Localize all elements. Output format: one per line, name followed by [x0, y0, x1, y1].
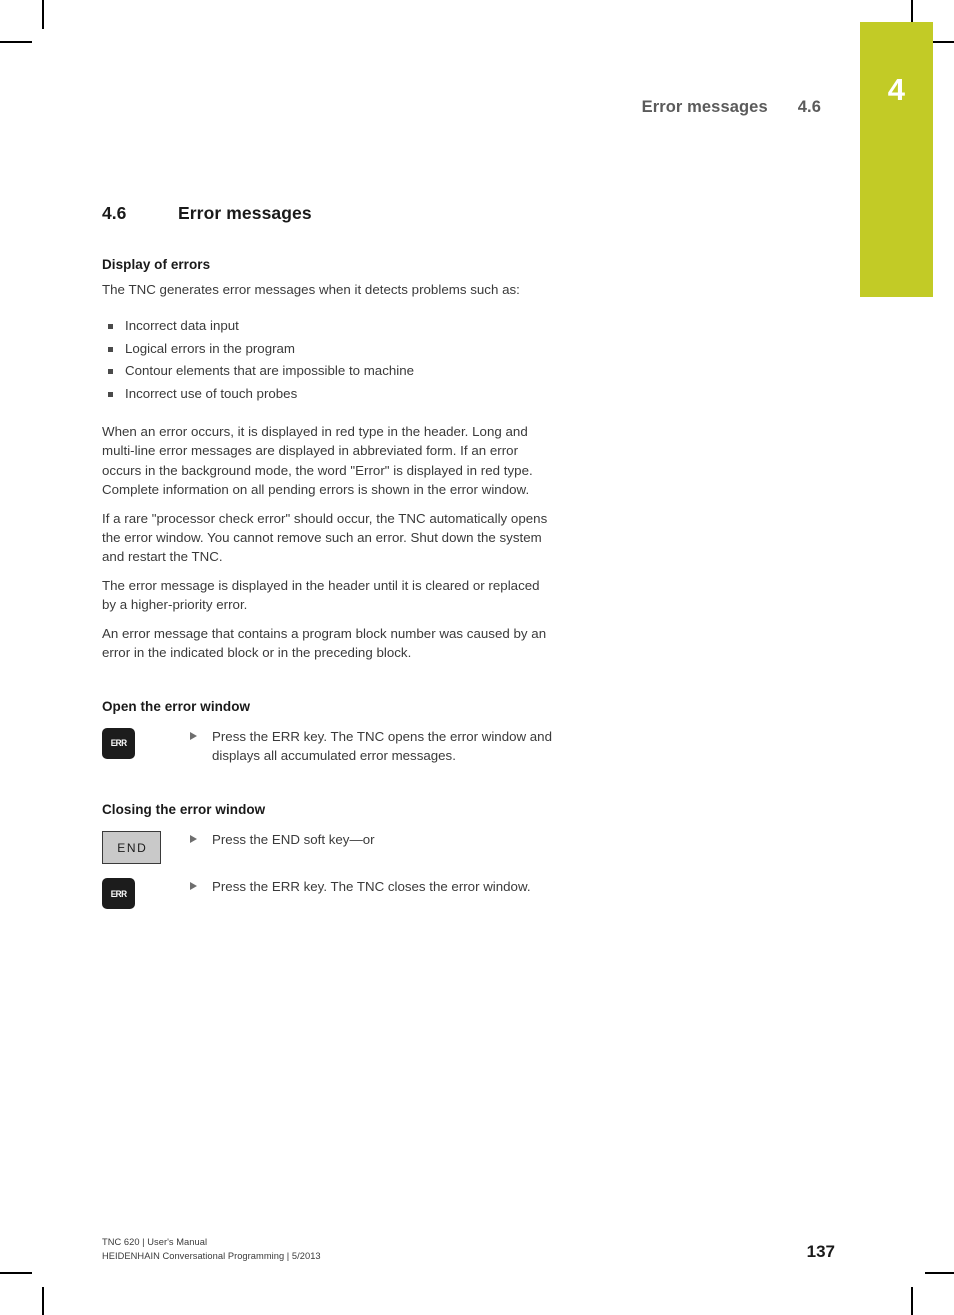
paragraph-header-persistence: The error message is displayed in the he… — [102, 577, 540, 613]
crop-mark-bottom-right-horizontal — [925, 1272, 954, 1274]
paragraph-intro: The TNC generates error messages when it… — [102, 282, 520, 297]
step-label: Press the ERR key. The TNC closes the er… — [212, 879, 531, 895]
square-bullet-icon — [108, 369, 113, 375]
section-closing-error-window: Closing the error window END Press the E… — [102, 802, 554, 910]
crop-mark-bottom-right-vertical — [911, 1287, 913, 1315]
footer-imprint: TNC 620 | User's Manual HEIDENHAIN Conve… — [102, 1236, 321, 1263]
crop-mark-top-left-vertical — [42, 0, 44, 29]
steps-column: Press the END soft key—or — [190, 830, 554, 849]
err-key-label: ERR — [110, 738, 127, 748]
err-key-icon[interactable]: ERR — [102, 727, 135, 759]
end-soft-key-icon[interactable]: END — [102, 831, 161, 865]
list-item-label: Contour elements that are impossible to … — [125, 363, 414, 379]
crop-mark-bottom-left-horizontal — [0, 1272, 32, 1274]
list-item-label: Logical errors in the program — [125, 340, 295, 356]
paragraph-block-number: An error message that contains a program… — [102, 625, 547, 661]
manual-page: 4 Error messages 4.6 4.6 Error messages … — [0, 0, 954, 1315]
square-bullet-icon — [108, 391, 113, 397]
steps-column: Press the ERR key. The TNC opens the err… — [190, 727, 554, 766]
running-header: Error messages 4.6 — [642, 98, 821, 117]
bullet-list-error-causes: Incorrect data input Logical errors in t… — [102, 315, 554, 405]
step-press-err-close: Press the ERR key. The TNC closes the er… — [190, 877, 554, 896]
crop-mark-top-left-horizontal — [0, 41, 32, 43]
key-instruction-row: ERR Press the ERR key. The TNC closes th… — [102, 877, 554, 910]
page-content: 4.6 Error messages Display of errors The… — [102, 203, 554, 910]
running-header-section-number: 4.6 — [797, 98, 821, 116]
list-item-label: Incorrect data input — [125, 318, 239, 334]
crop-mark-top-right-horizontal — [933, 41, 954, 43]
section-title-text: Error messages — [178, 203, 312, 223]
key-instruction-row: ERR Press the ERR key. The TNC opens the… — [102, 727, 554, 766]
list-item: Contour elements that are impossible to … — [102, 360, 554, 382]
subheading-closing-the-error-window: Closing the error window — [102, 802, 266, 818]
footer-line-1: TNC 620 | User's Manual — [102, 1237, 208, 1247]
page-number: 137 — [806, 1242, 835, 1262]
triangle-bullet-icon — [190, 731, 197, 740]
chapter-tab: 4 — [860, 22, 933, 297]
step-press-end-softkey: Press the END soft key—or — [190, 830, 554, 849]
crop-mark-top-right-vertical — [911, 0, 913, 22]
crop-mark-bottom-left-vertical — [42, 1287, 44, 1315]
key-column: ERR — [102, 727, 190, 759]
section-number: 4.6 — [102, 203, 127, 223]
err-key-icon[interactable]: ERR — [102, 878, 135, 910]
subheading-open-the-error-window: Open the error window — [102, 698, 251, 714]
triangle-bullet-icon — [190, 835, 197, 844]
list-item: Incorrect data input — [102, 315, 554, 337]
running-header-title: Error messages — [641, 98, 768, 116]
key-column: END — [102, 830, 190, 865]
square-bullet-icon — [108, 346, 113, 352]
err-key-label: ERR — [110, 888, 127, 899]
section-open-error-window: Open the error window ERR Press the ERR … — [102, 699, 554, 766]
list-item: Incorrect use of touch probes — [102, 383, 554, 405]
square-bullet-icon — [108, 324, 113, 330]
page-title: 4.6 Error messages — [102, 203, 554, 224]
step-press-err-open: Press the ERR key. The TNC opens the err… — [190, 727, 554, 766]
subheading-display-of-errors: Display of errors — [102, 257, 211, 272]
page-footer: TNC 620 | User's Manual HEIDENHAIN Conve… — [102, 1236, 835, 1263]
steps-column: Press the ERR key. The TNC closes the er… — [190, 877, 554, 896]
paragraph-processor-check-error: If a rare "processor check error" should… — [102, 510, 548, 565]
list-item-label: Incorrect use of touch probes — [125, 385, 298, 401]
chapter-tab-number: 4 — [887, 72, 906, 107]
key-instruction-row: END Press the END soft key—or — [102, 830, 554, 865]
footer-line-2: HEIDENHAIN Conversational Programming | … — [102, 1250, 321, 1261]
list-item: Logical errors in the program — [102, 338, 554, 360]
step-label: Press the END soft key—or — [212, 832, 375, 848]
paragraph-error-display-behavior: When an error occurs, it is displayed in… — [102, 424, 533, 498]
triangle-bullet-icon — [190, 882, 197, 891]
step-label: Press the ERR key. The TNC opens the err… — [212, 728, 552, 763]
end-soft-key-label: END — [117, 840, 148, 855]
key-column: ERR — [102, 877, 190, 910]
